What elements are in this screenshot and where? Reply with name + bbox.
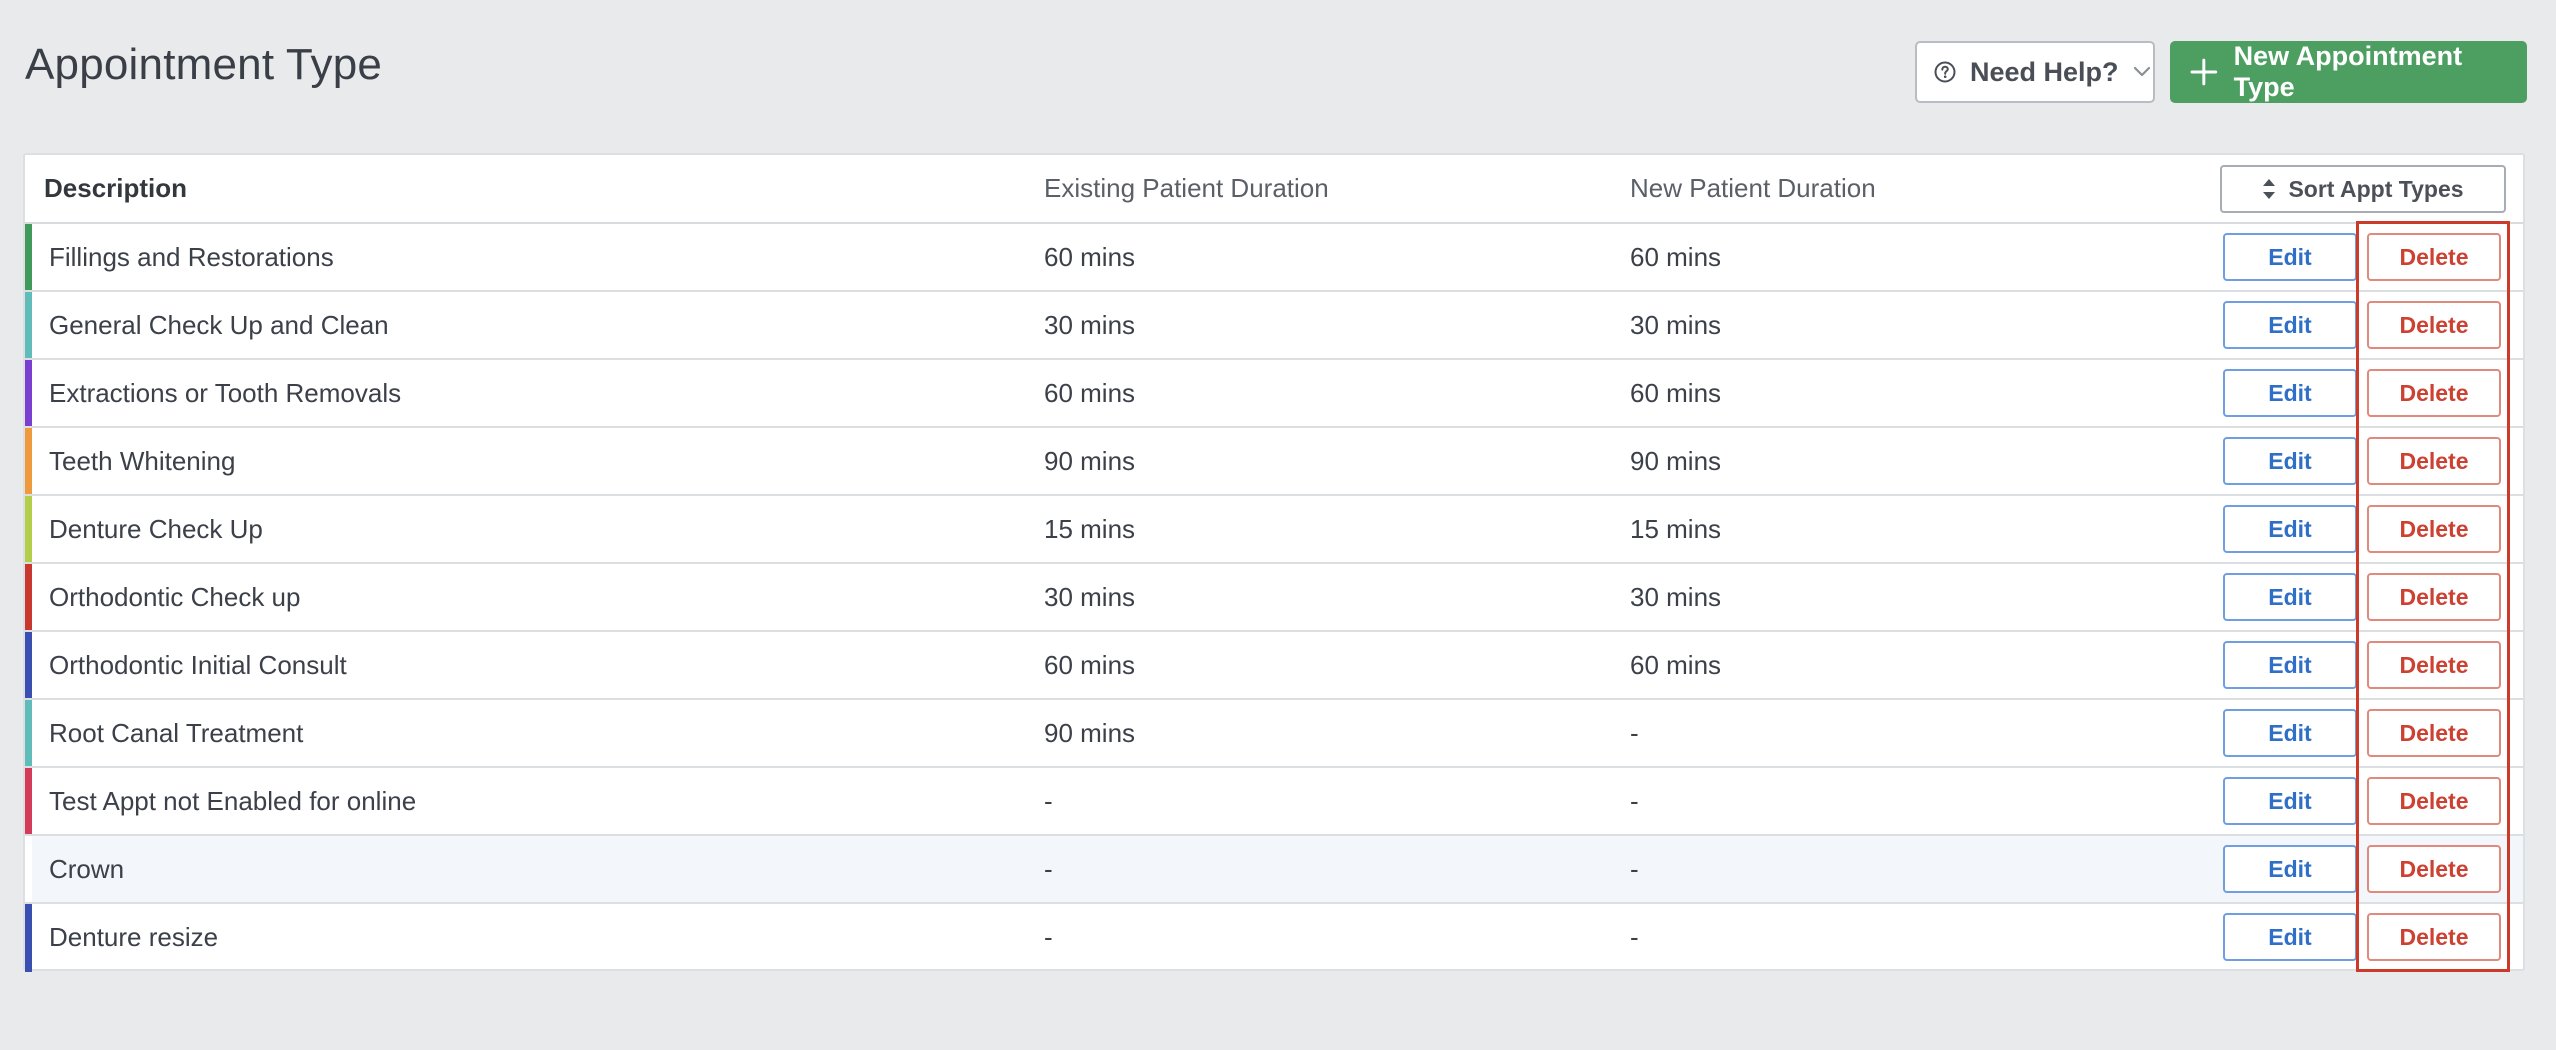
delete-button[interactable]: Delete: [2367, 301, 2501, 349]
sort-appt-types-label: Sort Appt Types: [2288, 175, 2464, 202]
delete-button[interactable]: Delete: [2367, 505, 2501, 553]
row-color-indicator: [25, 224, 32, 290]
table-row: Orthodontic Initial Consult 60 mins 60 min…: [25, 632, 2523, 700]
column-header-description: Description: [44, 173, 188, 203]
row-existing-duration: 60 mins: [1044, 650, 1136, 680]
delete-button[interactable]: Delete: [2367, 369, 2501, 417]
table-row: General Check Up and Clean 30 mins 30 mins…: [25, 292, 2523, 360]
row-new-duration: -: [1630, 786, 1639, 816]
row-existing-duration: -: [1044, 854, 1053, 884]
sort-icon: [2263, 179, 2276, 199]
row-existing-duration: 60 mins: [1044, 242, 1136, 272]
question-circle-icon: [1934, 61, 1956, 83]
row-new-duration: 60 mins: [1630, 242, 1722, 272]
delete-button[interactable]: Delete: [2367, 437, 2501, 485]
row-color-indicator: [25, 768, 32, 834]
row-color-indicator: [25, 428, 32, 494]
row-existing-duration: -: [1044, 786, 1053, 816]
table-header: Description Existing Patient Duration Ne…: [25, 155, 2523, 224]
row-description: Extractions or Tooth Removals: [49, 378, 402, 408]
row-color-indicator: [25, 700, 32, 766]
need-help-button[interactable]: Need Help?: [1915, 41, 2155, 103]
column-header-new-duration: New Patient Duration: [1630, 173, 1876, 203]
row-new-duration: -: [1630, 922, 1639, 952]
column-header-existing-duration: Existing Patient Duration: [1044, 173, 1329, 203]
row-description: Orthodontic Check up: [49, 582, 301, 612]
delete-button[interactable]: Delete: [2367, 845, 2501, 893]
row-new-duration: -: [1630, 854, 1639, 884]
row-existing-duration: 90 mins: [1044, 446, 1136, 476]
edit-button[interactable]: Edit: [2223, 369, 2357, 417]
delete-button[interactable]: Delete: [2367, 641, 2501, 689]
appointment-types-table: Description Existing Patient Duration Ne…: [23, 153, 2525, 972]
row-description: Crown: [49, 854, 125, 884]
edit-button[interactable]: Edit: [2223, 845, 2357, 893]
delete-button[interactable]: Delete: [2367, 233, 2501, 281]
row-color-indicator: [25, 836, 32, 902]
row-color-indicator: [25, 632, 32, 698]
row-color-indicator: [25, 564, 32, 630]
edit-button[interactable]: Edit: [2223, 641, 2357, 689]
edit-button[interactable]: Edit: [2223, 573, 2357, 621]
row-color-indicator: [25, 292, 32, 358]
table-row: Root Canal Treatment 90 mins - Edit Delete: [25, 700, 2523, 768]
row-new-duration: 15 mins: [1630, 514, 1722, 544]
row-color-indicator: [25, 904, 32, 972]
row-new-duration: -: [1630, 718, 1639, 748]
new-appointment-type-label: New Appointment Type: [2233, 41, 2463, 102]
chevron-down-icon: [2133, 66, 2150, 77]
edit-button[interactable]: Edit: [2223, 233, 2357, 281]
row-new-duration: 60 mins: [1630, 650, 1722, 680]
edit-button[interactable]: Edit: [2223, 301, 2357, 349]
row-description: General Check Up and Clean: [49, 310, 389, 340]
table-row: Extractions or Tooth Removals 60 mins 60 m…: [25, 360, 2523, 428]
edit-button[interactable]: Edit: [2223, 777, 2357, 825]
table-row: Denture resize - - Edit Delete: [25, 904, 2523, 972]
page-title: Appointment Type: [25, 40, 383, 89]
table-row: Test Appt not Enabled for online - - Edit De…: [25, 768, 2523, 836]
row-description: Test Appt not Enabled for online: [49, 786, 417, 816]
delete-button[interactable]: Delete: [2367, 777, 2501, 825]
row-description: Denture resize: [49, 922, 219, 952]
table-row: Teeth Whitening 90 mins 90 mins Edit Delete: [25, 428, 2523, 496]
table-row: Fillings and Restorations 60 mins 60 mins E…: [25, 224, 2523, 292]
row-existing-duration: 30 mins: [1044, 582, 1136, 612]
new-appointment-type-button[interactable]: New Appointment Type: [2170, 41, 2527, 103]
delete-button[interactable]: Delete: [2367, 573, 2501, 621]
edit-button[interactable]: Edit: [2223, 709, 2357, 757]
need-help-label: Need Help?: [1970, 56, 2119, 87]
plus-icon: [2190, 58, 2218, 86]
edit-button[interactable]: Edit: [2223, 913, 2357, 961]
row-color-indicator: [25, 496, 32, 562]
edit-button[interactable]: Edit: [2223, 505, 2357, 553]
sort-appt-types-button[interactable]: Sort Appt Types: [2220, 165, 2506, 213]
table-row: Crown - - Edit Delete: [25, 836, 2523, 904]
row-description: Teeth Whitening: [49, 446, 236, 476]
table-row: Orthodontic Check up 30 mins 30 mins Edit De…: [25, 564, 2523, 632]
edit-button[interactable]: Edit: [2223, 437, 2357, 485]
row-existing-duration: 60 mins: [1044, 378, 1136, 408]
row-existing-duration: 30 mins: [1044, 310, 1136, 340]
row-color-indicator: [25, 360, 32, 426]
row-new-duration: 30 mins: [1630, 582, 1722, 612]
row-description: Orthodontic Initial Consult: [49, 650, 347, 680]
row-new-duration: 30 mins: [1630, 310, 1722, 340]
row-description: Root Canal Treatment: [49, 718, 304, 748]
row-description: Denture Check Up: [49, 514, 263, 544]
delete-button[interactable]: Delete: [2367, 913, 2501, 961]
delete-button[interactable]: Delete: [2367, 709, 2501, 757]
row-existing-duration: 15 mins: [1044, 514, 1136, 544]
row-new-duration: 90 mins: [1630, 446, 1722, 476]
row-existing-duration: 90 mins: [1044, 718, 1136, 748]
row-new-duration: 60 mins: [1630, 378, 1722, 408]
row-existing-duration: -: [1044, 922, 1053, 952]
row-description: Fillings and Restorations: [49, 242, 334, 272]
table-row: Denture Check Up 15 mins 15 mins Edit Delete: [25, 496, 2523, 564]
